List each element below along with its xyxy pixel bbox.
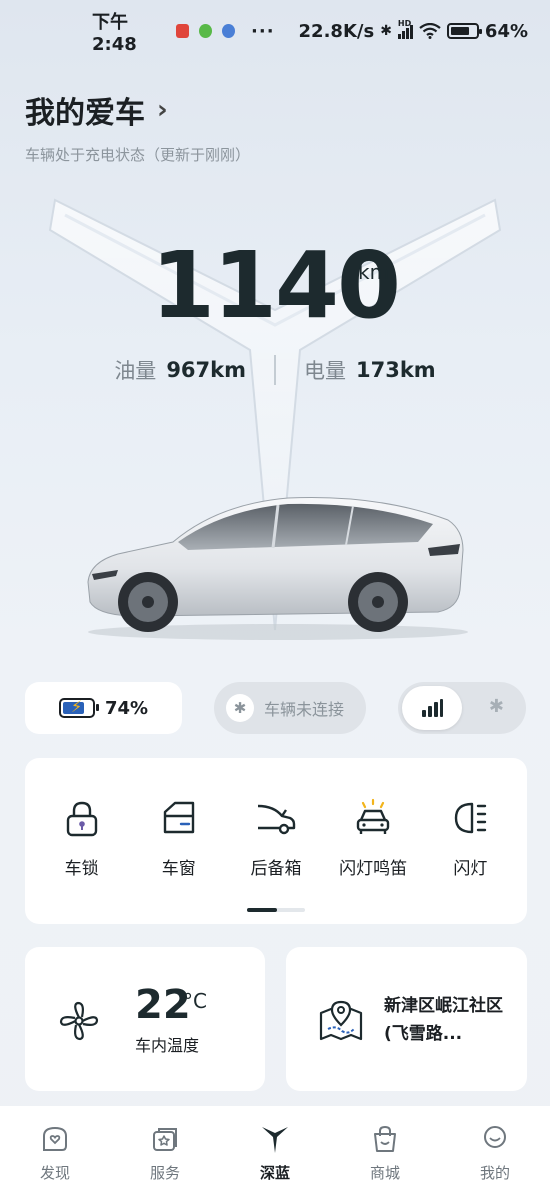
charging-bolt-icon: ⚡ [70, 697, 83, 716]
control-lock[interactable]: 车锁 [36, 798, 128, 879]
location-card[interactable]: 新津区岷江社区(飞雪路... [286, 947, 527, 1091]
wifi-icon [419, 23, 441, 39]
nav-deepal[interactable]: 深蓝 [235, 1124, 315, 1183]
nav-profile[interactable]: 我的 [455, 1124, 535, 1183]
toggle-option-bluetooth-icon[interactable]: ✱ [489, 696, 504, 717]
nav-label: 发现 [39, 1164, 70, 1182]
total-range-value: 1140 [150, 232, 401, 339]
fuel-range-label: 油量 [114, 359, 157, 383]
total-range-unit: km [358, 260, 390, 284]
total-range: 1140 km [0, 240, 550, 332]
shop-icon [374, 1125, 396, 1152]
nav-label: 我的 [479, 1164, 510, 1182]
network-speed: 22.8K/s [298, 20, 375, 42]
nav-shop[interactable]: 商城 [345, 1124, 425, 1183]
remote-controls-card: 车锁 车窗 后备箱 闪灯鸣笛 闪灯 [25, 758, 527, 924]
battery-icon [446, 23, 482, 39]
charging-battery-icon: ⚡ [58, 697, 99, 718]
fan-icon [59, 1001, 99, 1041]
nav-discover[interactable]: 发现 [15, 1124, 95, 1183]
lock-icon [66, 801, 97, 837]
control-trunk[interactable]: 后备箱 [230, 798, 322, 879]
vehicle-location-address: 新津区岷江社区(飞雪路... [384, 996, 503, 1044]
connection-status-text: 车辆未连接 [264, 700, 345, 719]
headlight-icon [455, 802, 487, 834]
toggle-option-signal[interactable] [402, 686, 462, 730]
vehicle-status-text: 车辆处于充电状态（更新于刚刚） [25, 146, 251, 164]
control-label: 闪灯 [453, 859, 488, 879]
trunk-icon [257, 804, 296, 835]
nav-service[interactable]: 服务 [125, 1124, 205, 1183]
hd-badge: HD [397, 19, 412, 28]
status-time: 下午2:48 [92, 11, 137, 55]
deepal-logo-icon [262, 1127, 288, 1153]
map-location-icon [319, 1000, 363, 1041]
service-icon [153, 1128, 177, 1151]
control-headlight[interactable]: 闪灯 [424, 798, 516, 879]
header: 我的爱车 › 车辆处于充电状态（更新于刚刚） [25, 88, 250, 165]
netease-app-icon [176, 24, 190, 38]
nav-label: 深蓝 [259, 1164, 290, 1182]
car-title-link[interactable]: 我的爱车 › [25, 88, 250, 132]
bottom-nav: 发现 服务 深蓝 商城 我的 [0, 1106, 550, 1191]
cabin-temperature-label: 车内温度 [135, 1036, 200, 1055]
window-icon [163, 801, 194, 834]
control-label: 车锁 [64, 859, 99, 879]
battery-percent: 64% [484, 20, 529, 42]
status-bar: 下午2:48 ··· 22.8K/s ✱ HD 64% [0, 0, 550, 62]
baidu-app-icon [222, 24, 236, 38]
connection-mode-toggle[interactable]: ✱ [398, 682, 526, 734]
app-notification-icon [199, 24, 213, 38]
nav-label: 商城 [369, 1164, 400, 1182]
flash-horn-icon [356, 798, 390, 834]
control-label: 车窗 [161, 859, 196, 879]
vehicle-battery-percent: 74% [104, 697, 149, 719]
chevron-right-icon: › [157, 95, 168, 125]
carousel-page-indicator [247, 908, 305, 912]
car-image [87, 496, 468, 640]
controls-row: 车锁 车窗 后备箱 闪灯鸣笛 闪灯 [25, 798, 527, 879]
control-label: 后备箱 [250, 859, 302, 879]
climate-card[interactable]: 22 °C 车内温度 [25, 947, 265, 1091]
more-notifications-icon: ··· [251, 20, 275, 42]
electric-range-label: 电量 [304, 359, 346, 383]
range-breakdown: 油量 967km 电量 173km [0, 355, 550, 385]
range-divider [274, 355, 276, 385]
bluetooth-icon: ✱ [226, 694, 254, 722]
signal-bars-icon [422, 699, 443, 717]
control-flash-horn[interactable]: 闪灯鸣笛 [327, 798, 419, 879]
control-window[interactable]: 车窗 [133, 798, 225, 879]
page-title: 我的爱车 [25, 96, 145, 131]
cabin-temperature-unit: °C [183, 989, 207, 1013]
electric-range-value: 173km [356, 358, 436, 382]
connection-status-pill[interactable]: ✱ 车辆未连接 [214, 682, 366, 734]
cellular-signal-icon: HD [397, 19, 413, 39]
control-label: 闪灯鸣笛 [339, 859, 408, 879]
nav-label: 服务 [149, 1164, 180, 1182]
discover-icon [43, 1126, 67, 1151]
vehicle-battery-pill[interactable]: ⚡ 74% [25, 682, 182, 734]
bluetooth-icon: ✱ [380, 23, 392, 39]
profile-icon [484, 1126, 506, 1148]
fuel-range-value: 967km [166, 358, 246, 382]
